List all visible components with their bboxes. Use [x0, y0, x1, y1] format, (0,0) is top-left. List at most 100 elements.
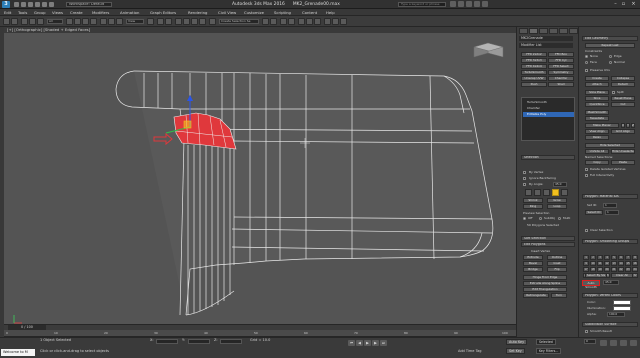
z-coordinate-field[interactable] [220, 339, 242, 344]
communication-center-icon[interactable] [466, 1, 472, 7]
menu-scripting[interactable]: Scripting [274, 9, 291, 16]
ffd-cyl-button[interactable]: FFD Cyl [548, 58, 574, 63]
minimize-button[interactable]: – [612, 1, 619, 7]
edit-geometry-rollout[interactable]: Edit Geometry [582, 36, 638, 41]
constraint-face-radio[interactable] [585, 61, 588, 64]
by-angle-checkbox[interactable] [523, 183, 526, 186]
smoothing-groups-rollout[interactable]: Polygon: Smoothing Groups [582, 239, 638, 244]
subdivision-surface-rollout[interactable]: Subdivision Surface [582, 322, 638, 327]
detach-button[interactable]: Detach [611, 82, 635, 87]
shell-button[interactable]: Shell [548, 82, 574, 87]
select-by-sg-button[interactable]: Select By SG [585, 273, 607, 278]
menu-animation[interactable]: Animation [120, 9, 139, 16]
slice-button[interactable]: Slice [585, 96, 609, 101]
help-icon[interactable] [482, 1, 488, 7]
selection-filter-dropdown[interactable]: All [47, 19, 63, 24]
turbosmooth-button[interactable]: TurboSmooth [521, 70, 547, 75]
x-coordinate-field[interactable] [156, 339, 178, 344]
extrude-button[interactable]: Extrude [523, 255, 543, 260]
sg-button[interactable]: 23 [625, 267, 631, 272]
sg-button[interactable]: 18 [590, 267, 596, 272]
grid-align-button[interactable]: Grid Align [611, 129, 635, 134]
slice-plane-button[interactable]: Slice Plane [585, 90, 609, 95]
snap-toggle-icon[interactable] [175, 18, 182, 25]
rendered-frame-window-icon[interactable] [332, 18, 339, 25]
auto-key-button[interactable]: Auto Key [506, 339, 528, 345]
maximize-viewport-icon[interactable] [630, 340, 637, 346]
next-frame-icon[interactable]: ▶ [372, 340, 379, 346]
sg-button[interactable]: 16 [632, 261, 638, 266]
favorites-icon[interactable] [474, 1, 480, 7]
vertex-mode-icon[interactable] [525, 189, 532, 196]
render-setup-icon[interactable] [324, 18, 331, 25]
auto-smooth-spinner[interactable]: 45.0 [603, 280, 619, 285]
zoom-extents-icon[interactable] [600, 340, 607, 346]
sg-button[interactable]: 21 [611, 267, 617, 272]
sg-button[interactable]: 11 [597, 261, 603, 266]
maxscript-listener[interactable]: Welcome to M [1, 349, 35, 356]
polygon-mode-icon[interactable] [552, 189, 559, 196]
sg-button[interactable]: 17 [583, 267, 589, 272]
tessellate-button[interactable]: Tessellate [585, 116, 609, 121]
ffd-3x3x3-button[interactable]: FFD 3x3x3 [521, 58, 547, 63]
layer-explorer-icon[interactable] [280, 18, 287, 25]
rotate-icon[interactable] [108, 18, 115, 25]
named-selection-dropdown[interactable]: Create Selection Se [219, 19, 259, 24]
track-bar[interactable]: 0 10 20 30 40 50 60 70 80 90 100 [4, 330, 516, 337]
app-logo-icon[interactable]: 3 [2, 1, 10, 8]
mirror-icon[interactable] [262, 18, 269, 25]
paste-button[interactable]: Paste [611, 160, 635, 165]
shrink-button[interactable]: Shrink [523, 198, 543, 203]
unhide-all-button[interactable]: Unhide All [585, 149, 609, 154]
ffd-2x2x2-button[interactable]: FFD 2x2x2 [521, 52, 547, 57]
soft-selection-rollout[interactable]: Soft Selection [521, 236, 575, 241]
constraint-none-radio[interactable] [585, 55, 588, 58]
link-icon[interactable] [21, 18, 28, 25]
edit-named-selection-icon[interactable] [209, 18, 216, 25]
select-id-spinner[interactable]: 1 [605, 210, 619, 215]
hierarchy-tab-icon[interactable] [539, 28, 548, 34]
vertex-colors-rollout[interactable]: Polygon: Vertex Colors [582, 293, 638, 298]
go-to-start-icon[interactable]: ⏮ [348, 340, 355, 346]
open-file-icon[interactable] [21, 2, 26, 7]
subscription-icon[interactable] [458, 1, 464, 7]
sg-button[interactable]: 7 [625, 255, 631, 260]
grow-button[interactable]: Grow [547, 198, 567, 203]
view-align-button[interactable]: View Align [585, 129, 609, 134]
save-file-icon[interactable] [28, 2, 33, 7]
menu-views[interactable]: Views [52, 9, 63, 16]
color-swatch[interactable] [613, 300, 631, 305]
sg-button[interactable]: 22 [618, 267, 624, 272]
scale-icon[interactable] [116, 18, 123, 25]
object-name-field[interactable]: MK2Grenade [519, 36, 573, 41]
bind-space-warp-icon[interactable] [37, 18, 44, 25]
sg-button[interactable]: 1 [583, 255, 589, 260]
sg-button[interactable]: 3 [597, 255, 603, 260]
motion-tab-icon[interactable] [549, 28, 558, 34]
extrude-along-spline-button[interactable]: Extrude Along Spline [523, 281, 567, 286]
close-button[interactable]: × [630, 1, 637, 7]
repeat-last-button[interactable]: Repeat Last [585, 43, 635, 48]
viewport[interactable] [4, 33, 516, 336]
planar-y-button[interactable]: Y [626, 123, 630, 128]
unlink-icon[interactable] [29, 18, 36, 25]
sg-button[interactable]: 5 [611, 255, 617, 260]
sg-button[interactable]: 9 [583, 261, 589, 266]
constraint-normal-radio[interactable] [609, 61, 612, 64]
flip-button[interactable]: Flip [547, 267, 567, 272]
select-id-button[interactable]: Select ID [585, 210, 603, 215]
utilities-tab-icon[interactable] [569, 28, 578, 34]
current-frame-field[interactable]: 0 [584, 339, 596, 344]
sg-button[interactable]: 20 [604, 267, 610, 272]
planar-z-button[interactable]: Z [631, 123, 635, 128]
set-key-button[interactable]: Set Key [506, 348, 525, 354]
select-by-name-icon[interactable] [74, 18, 81, 25]
reference-coordinate-dropdown[interactable]: View [126, 19, 144, 24]
alpha-spinner[interactable]: 100.0 [607, 312, 625, 317]
preview-subobj-radio[interactable] [539, 217, 542, 220]
relax-button[interactable]: Relax [585, 135, 609, 140]
create-tab-icon[interactable] [519, 28, 528, 34]
preview-off-radio[interactable] [523, 217, 526, 220]
project-folder-icon[interactable] [49, 2, 54, 7]
smooth-result-checkbox[interactable] [585, 330, 588, 333]
